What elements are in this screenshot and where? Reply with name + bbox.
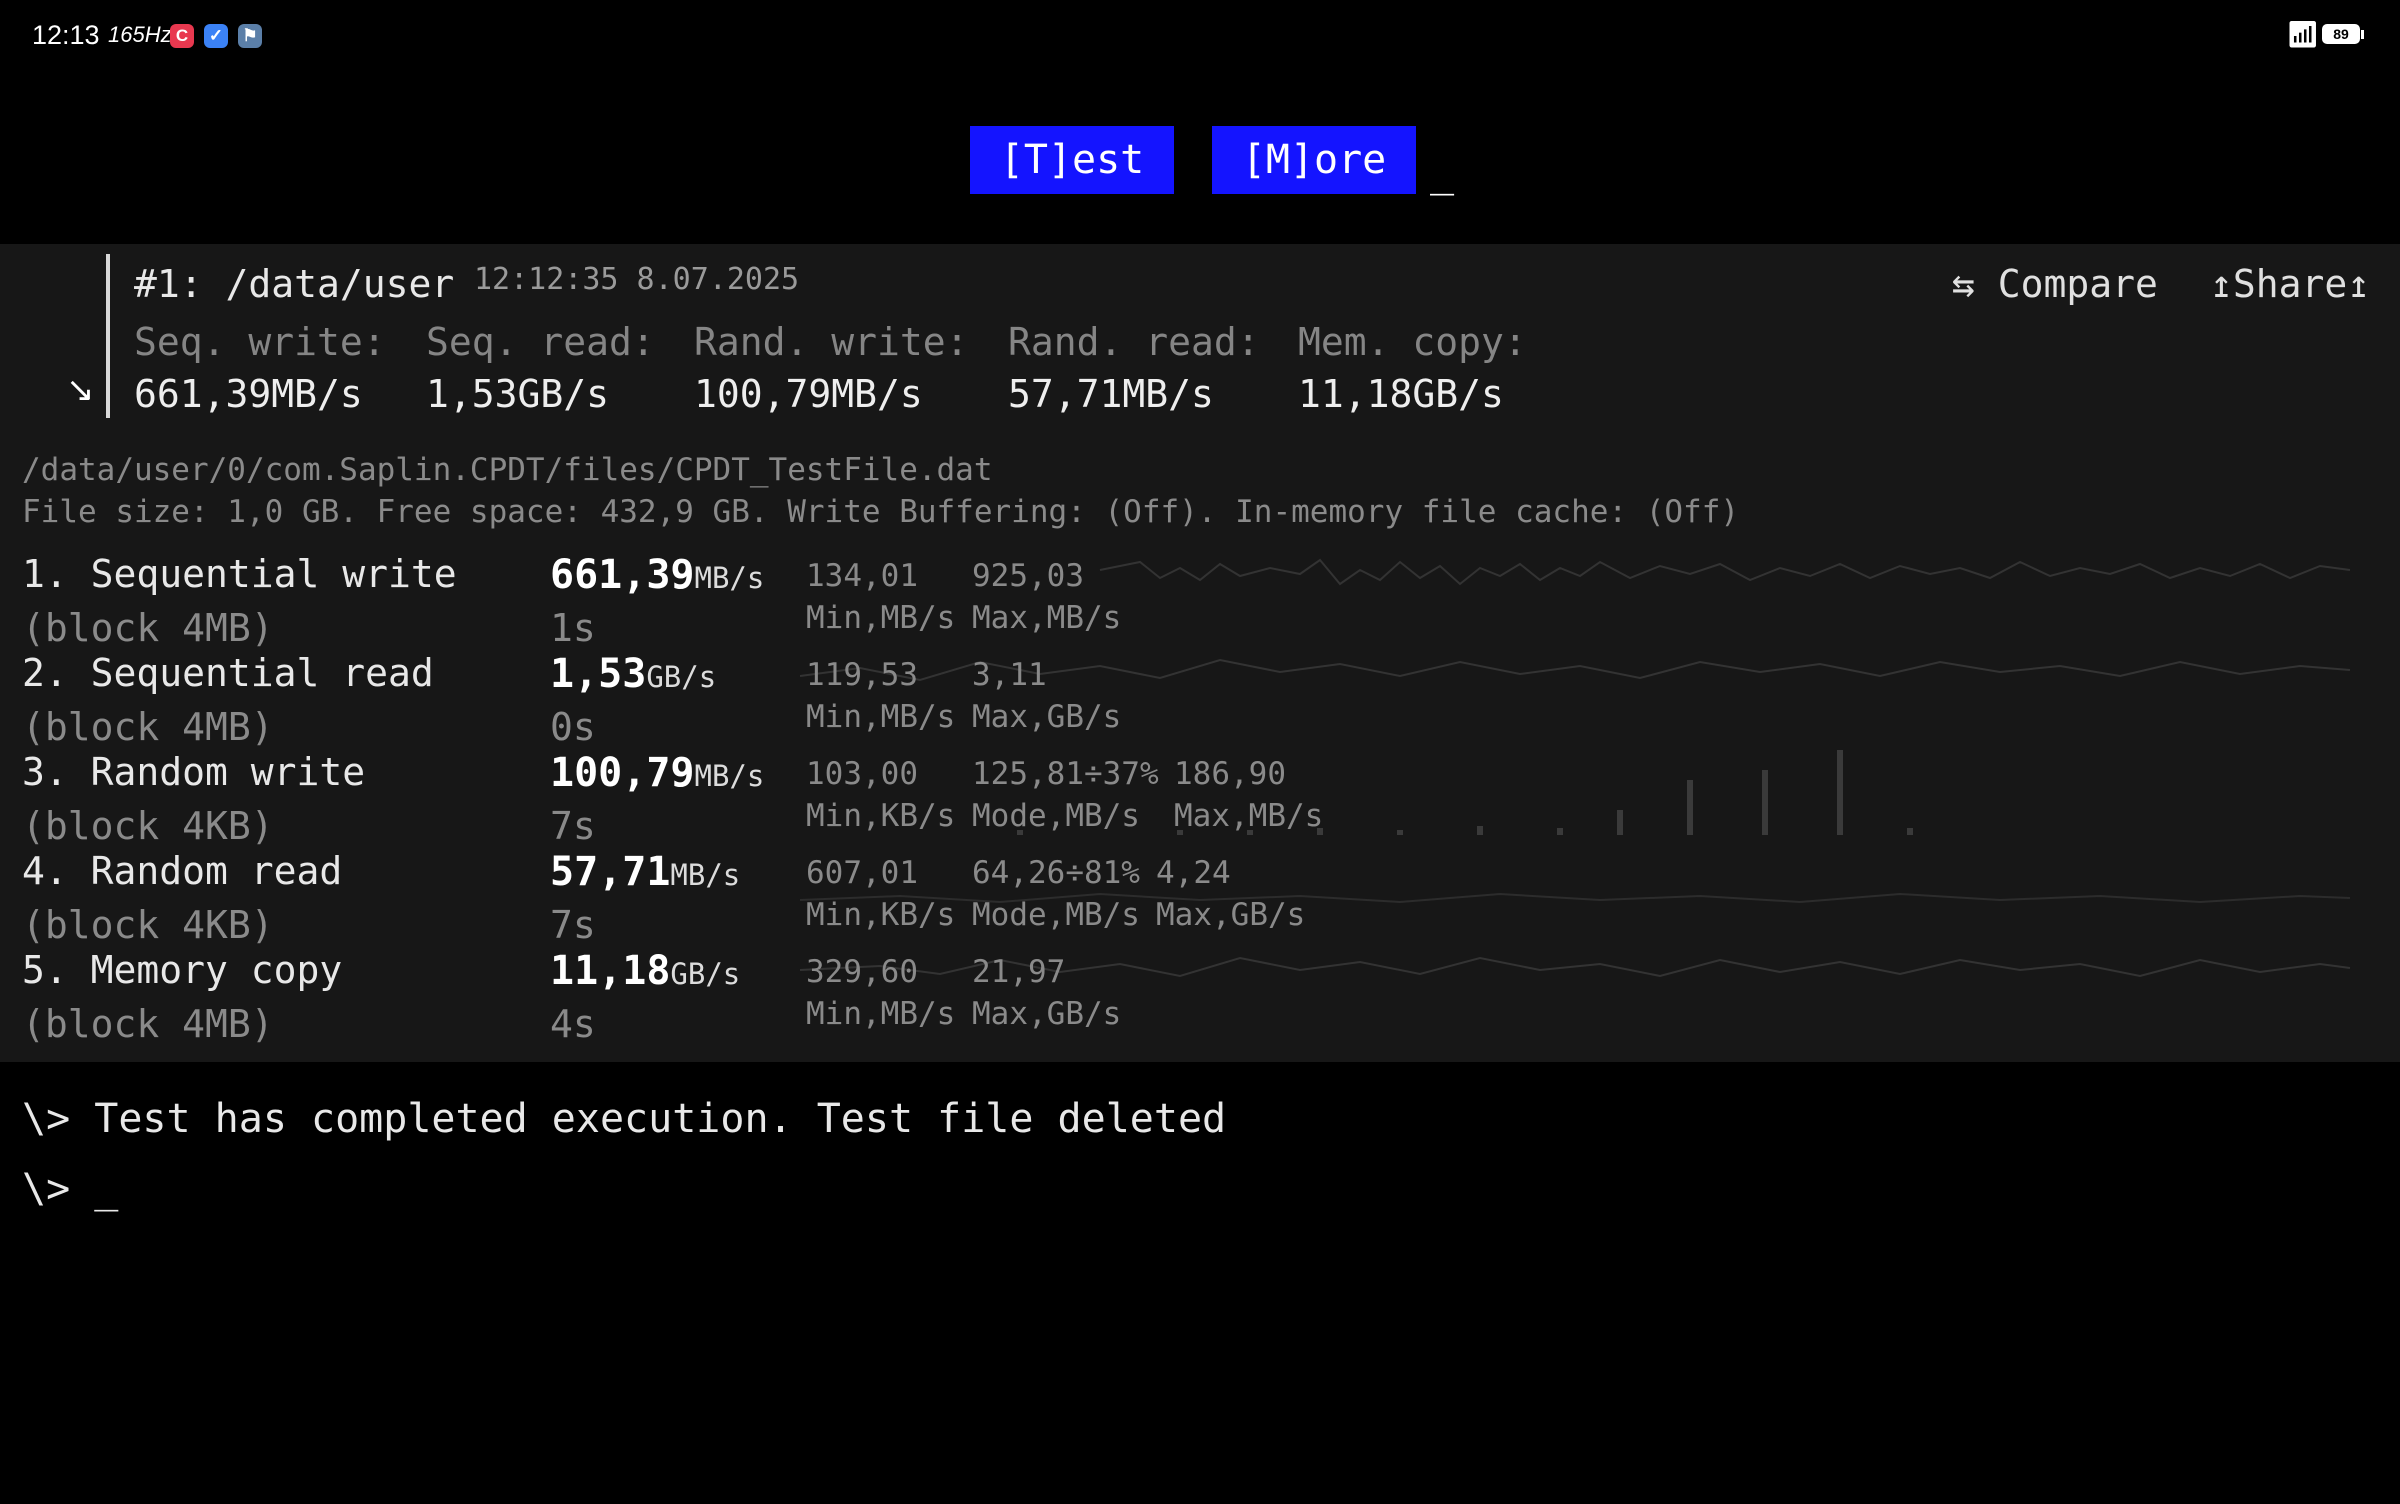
summary-label-mem-copy: Mem. copy: — [1298, 320, 1527, 364]
wifi-icon: 📶︎ — [2286, 20, 2320, 50]
summary-value-rand-write: 100,79MB/s — [694, 372, 923, 416]
status-time: 12:13 — [32, 20, 100, 50]
stat-max-value: 21,97 — [972, 954, 1066, 990]
stat-min-value: 119,53 — [806, 657, 918, 693]
test-value-unit: GB/s — [646, 660, 717, 694]
test-duration: 4s — [550, 1002, 596, 1046]
share-button[interactable]: ↥Share↥ — [2210, 262, 2370, 306]
test-value-number: 1,53 — [550, 651, 647, 697]
test-menu-button[interactable]: [T]est — [970, 126, 1174, 194]
test-value: 57,71MB/s — [550, 849, 740, 895]
stat-mode-value: 64,26÷81% — [972, 855, 1140, 891]
battery-level: 89 — [2333, 26, 2349, 42]
stat-min-value: 103,00 — [806, 756, 918, 792]
summary-label-seq-write: Seq. write: — [134, 320, 386, 364]
battery-icon: 89 — [2322, 24, 2360, 44]
terminal-prompt[interactable]: \> _ — [22, 1166, 118, 1212]
stat-max-label: Max,MB/s — [1174, 798, 1324, 834]
summary-label-seq-read: Seq. read: — [426, 320, 655, 364]
summary-value-mem-copy: 11,18GB/s — [1298, 372, 1504, 416]
test-value: 100,79MB/s — [550, 750, 764, 796]
stat-min-label: Min,MB/s — [806, 699, 956, 735]
result-marker-bar — [106, 254, 110, 418]
stat-max-value: 925,03 — [972, 558, 1084, 594]
stat-max-value: 186,90 — [1174, 756, 1286, 792]
stat-max-label: Max,GB/s — [972, 699, 1122, 735]
seq-write-graph-line — [1099, 558, 2351, 586]
battery-tip — [2361, 30, 2364, 39]
stat-max-label: Max,MB/s — [972, 600, 1122, 636]
test-value-unit: MB/s — [694, 759, 765, 793]
refresh-rate-indicator: 165Hz — [108, 22, 172, 47]
test-name: 2. Sequential read — [22, 651, 434, 695]
checkbox-app-icon: ✓ — [204, 24, 228, 48]
test-name: 4. Random read — [22, 849, 343, 893]
stat-min-label: Min,KB/s — [806, 897, 956, 933]
more-menu-button[interactable]: [M]ore — [1212, 126, 1416, 194]
test-name: 3. Random write — [22, 750, 366, 794]
test-file-path: /data/user/0/com.Saplin.CPDT/files/CPDT_… — [22, 452, 993, 488]
stat-max-value: 3,11 — [972, 657, 1047, 693]
test-value: 1,53GB/s — [550, 651, 716, 697]
stat-mode-label: Mode,MB/s — [972, 798, 1140, 834]
stat-min-label: Min,KB/s — [806, 798, 956, 834]
stat-mode-value: 125,81÷37% — [972, 756, 1159, 792]
test-duration: 0s — [550, 705, 596, 749]
test-block-size: (block 4KB) — [22, 903, 274, 947]
stat-min-value: 134,01 — [806, 558, 918, 594]
test-duration: 1s — [550, 606, 596, 650]
test-value-number: 661,39 — [550, 552, 695, 598]
stat-min-value: 329,60 — [806, 954, 918, 990]
stat-min-label: Min,MB/s — [806, 600, 956, 636]
test-value-unit: MB/s — [694, 561, 765, 595]
stat-min-label: Min,MB/s — [806, 996, 956, 1032]
terminal-message: \> Test has completed execution. Test fi… — [22, 1096, 1227, 1142]
stat-max-label: Max,GB/s — [1156, 897, 1306, 933]
result-timestamp: 12:12:35 8.07.2025 — [474, 262, 800, 297]
test-duration: 7s — [550, 903, 596, 947]
test-block-size: (block 4MB) — [22, 705, 274, 749]
test-name: 1. Sequential write — [22, 552, 457, 596]
compare-button[interactable]: ⇆ Compare — [1952, 262, 2158, 306]
test-file-info: File size: 1,0 GB. Free space: 432,9 GB.… — [22, 494, 1740, 530]
test-name: 5. Memory copy — [22, 948, 343, 992]
test-value: 11,18GB/s — [550, 948, 740, 994]
test-value-number: 100,79 — [550, 750, 695, 796]
stat-mode-label: Mode,MB/s — [972, 897, 1140, 933]
result-title: #1: /data/user — [134, 262, 455, 306]
flag-app-icon: ⚑ — [238, 24, 262, 48]
app-red-icon: C — [170, 24, 194, 48]
stat-max-value: 4,24 — [1156, 855, 1231, 891]
summary-value-rand-read: 57,71MB/s — [1008, 372, 1214, 416]
collapse-arrow-icon[interactable]: ↘ — [66, 370, 95, 410]
test-value-number: 57,71 — [550, 849, 671, 895]
test-value-unit: GB/s — [670, 957, 741, 991]
menu-cursor: _ — [1430, 150, 1455, 196]
summary-value-seq-write: 661,39MB/s — [134, 372, 363, 416]
test-value-unit: MB/s — [670, 858, 741, 892]
stat-max-label: Max,GB/s — [972, 996, 1122, 1032]
summary-label-rand-read: Rand. read: — [1008, 320, 1260, 364]
summary-value-seq-read: 1,53GB/s — [426, 372, 610, 416]
test-block-size: (block 4MB) — [22, 1002, 274, 1046]
summary-label-rand-write: Rand. write: — [694, 320, 969, 364]
stat-min-value: 607,01 — [806, 855, 918, 891]
test-block-size: (block 4MB) — [22, 606, 274, 650]
test-value-number: 11,18 — [550, 948, 671, 994]
test-block-size: (block 4KB) — [22, 804, 274, 848]
test-value: 661,39MB/s — [550, 552, 764, 598]
test-duration: 7s — [550, 804, 596, 848]
